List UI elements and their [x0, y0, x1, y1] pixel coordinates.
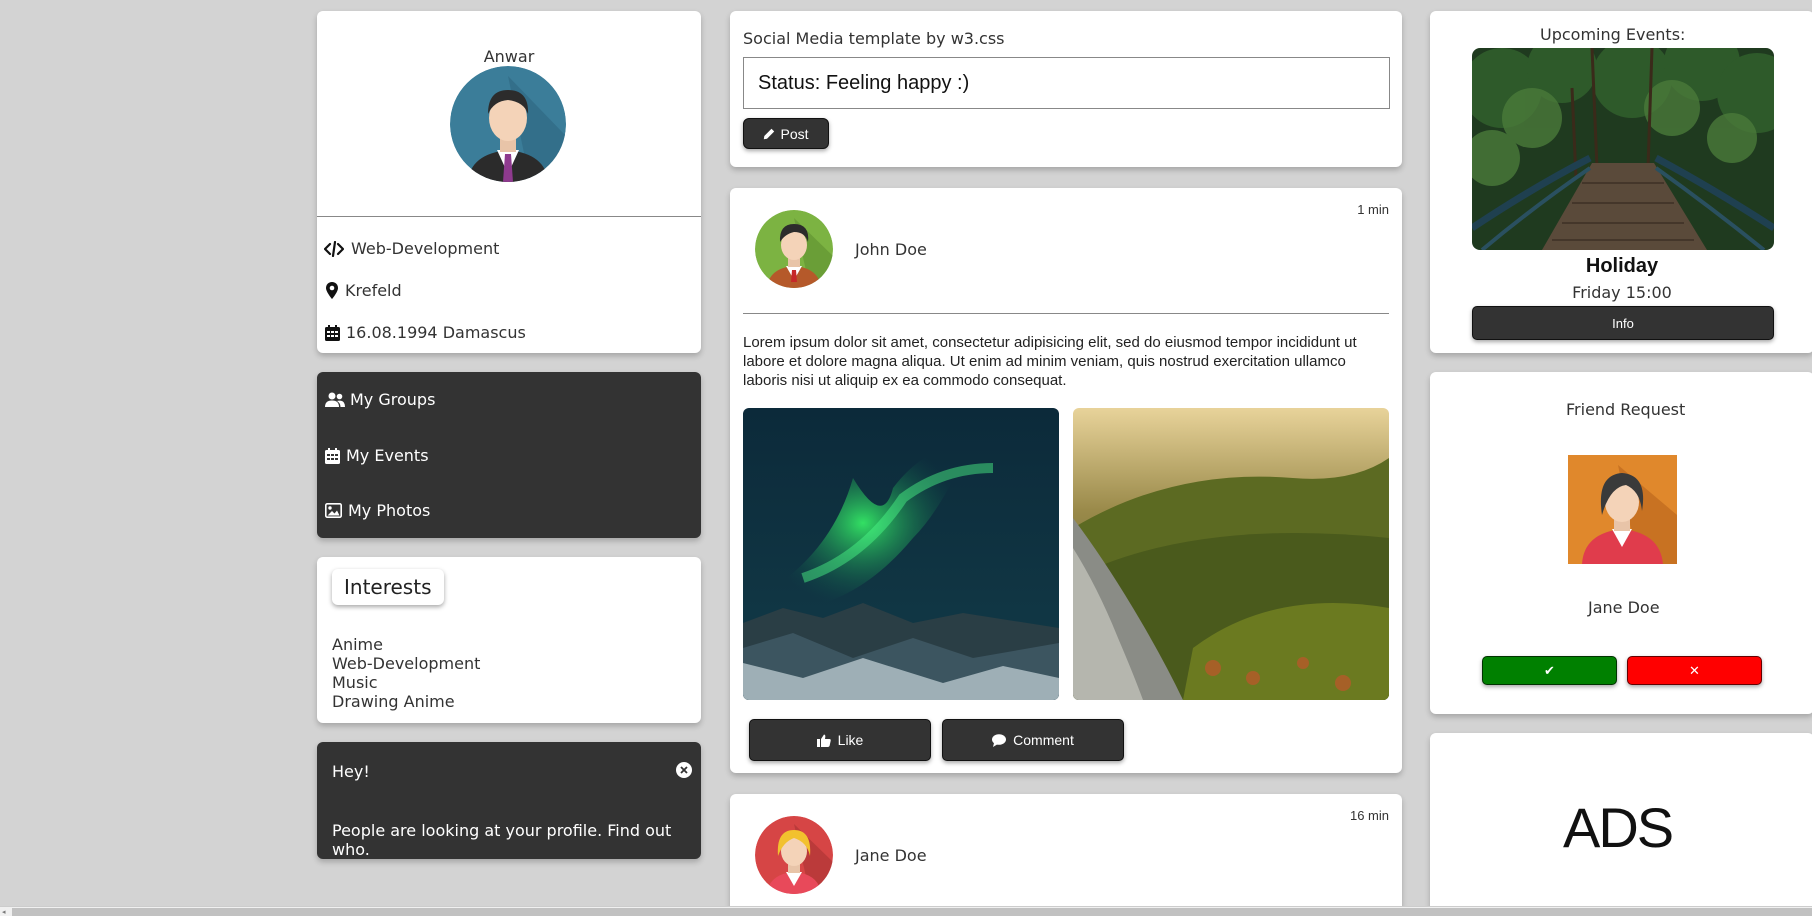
ads-card: ADS	[1430, 733, 1812, 916]
accept-request-button[interactable]: ✔	[1482, 656, 1617, 685]
friend-request-name: Jane Doe	[1588, 598, 1660, 617]
comment-button[interactable]: Comment	[942, 719, 1124, 761]
check-icon: ✔	[1544, 662, 1555, 678]
profile-divider	[317, 216, 701, 217]
code-icon	[324, 240, 346, 257]
post-divider	[743, 313, 1389, 314]
like-button-label: Like	[837, 732, 864, 748]
profile-detail-occupation: Web-Development	[324, 239, 499, 258]
profile-detail-birthday: 16.08.1994 Damascus	[325, 323, 526, 342]
users-icon	[325, 392, 345, 408]
status-composer: Social Media template by w3.css Status: …	[730, 11, 1402, 167]
close-icon: ✕	[1689, 662, 1700, 678]
interests-title: Interests	[332, 569, 444, 605]
post-photo-aurora	[743, 408, 1059, 700]
friend-request-card: Friend Request Jane Doe ✔ ✕	[1430, 372, 1812, 714]
post-time: 1 min	[1357, 202, 1389, 217]
interests-title-text: Interests	[344, 575, 432, 599]
post-text: Lorem ipsum dolor sit amet, consectetur …	[743, 334, 1357, 389]
events-heading: Upcoming Events:	[1540, 25, 1686, 44]
info-button-label: Info	[1612, 315, 1634, 331]
decline-request-button[interactable]: ✕	[1627, 656, 1762, 685]
profile-card: Anwar Web-Development Krefeld 16.08.1994…	[317, 11, 701, 353]
nav-item-my-photos[interactable]: My Photos	[325, 501, 430, 520]
nav-menu: My Groups My Events My Photos	[317, 372, 701, 538]
close-icon[interactable]	[676, 762, 692, 778]
alert-title: Hey!	[332, 762, 370, 781]
calendar-icon	[325, 324, 340, 341]
profile-detail-text: 16.08.1994 Damascus	[346, 323, 526, 342]
pencil-icon	[763, 128, 775, 140]
nav-item-my-groups[interactable]: My Groups	[325, 390, 435, 409]
interest-item: Music	[332, 673, 378, 692]
scroll-left-arrow-icon[interactable]: ◂	[2, 908, 10, 916]
comment-button-label: Comment	[1013, 732, 1074, 748]
profile-name: Anwar	[483, 47, 535, 66]
interests-card: Interests Anime Web-Development Music Dr…	[317, 557, 701, 723]
composer-heading: Social Media template by w3.css	[743, 29, 1005, 48]
avatar	[450, 66, 566, 182]
interest-item: Anime	[332, 635, 383, 654]
interest-item: Drawing Anime	[332, 692, 455, 711]
nav-item-label: My Groups	[350, 390, 436, 409]
post-time: 16 min	[1349, 808, 1389, 823]
alert-message: People are looking at your profile. Find…	[332, 821, 672, 859]
nav-item-label: My Photos	[348, 501, 431, 520]
profile-detail-text: Krefeld	[345, 281, 402, 300]
event-photo	[1472, 48, 1774, 250]
interests-list: Anime Web-Development Music Drawing Anim…	[332, 635, 480, 711]
nav-item-label: My Events	[346, 446, 429, 465]
profile-detail-text: Web-Development	[351, 239, 500, 258]
event-time: Friday 15:00	[1572, 283, 1672, 302]
post-author-name: John Doe	[855, 240, 927, 259]
status-input[interactable]: Status: Feeling happy :)	[743, 57, 1390, 109]
like-button[interactable]: Like	[749, 719, 931, 761]
nav-item-my-events[interactable]: My Events	[325, 446, 429, 465]
horizontal-scrollbar[interactable]: ◂	[0, 906, 1812, 916]
friend-request-avatar	[1568, 455, 1677, 564]
post-card: 16 min Jane Doe	[730, 794, 1402, 916]
post-card: 1 min John Doe Lorem ipsum dolor sit ame…	[730, 188, 1402, 773]
profile-alert: Hey! People are looking at your profile.…	[317, 742, 701, 859]
upcoming-events-card: Upcoming Events: Holiday Friday 15:00 In…	[1430, 11, 1812, 353]
post-author-avatar	[755, 816, 833, 894]
ads-text: ADS	[1563, 796, 1674, 859]
friend-request-heading: Friend Request	[1566, 400, 1686, 419]
post-photo-forest	[1073, 408, 1389, 700]
profile-detail-location: Krefeld	[326, 281, 402, 300]
map-pin-icon	[326, 282, 338, 299]
post-button[interactable]: Post	[743, 118, 829, 149]
interest-item: Web-Development	[332, 654, 481, 673]
event-info-button[interactable]: Info	[1472, 306, 1774, 340]
post-author-avatar	[755, 210, 833, 288]
scrollbar-thumb[interactable]	[12, 908, 1812, 916]
calendar-icon	[325, 447, 340, 464]
event-title: Holiday	[1585, 255, 1659, 277]
image-icon	[325, 503, 342, 518]
thumbs-up-icon	[816, 734, 831, 747]
comment-icon	[992, 733, 1007, 747]
post-button-label: Post	[780, 125, 809, 142]
post-author-name: Jane Doe	[855, 846, 927, 865]
